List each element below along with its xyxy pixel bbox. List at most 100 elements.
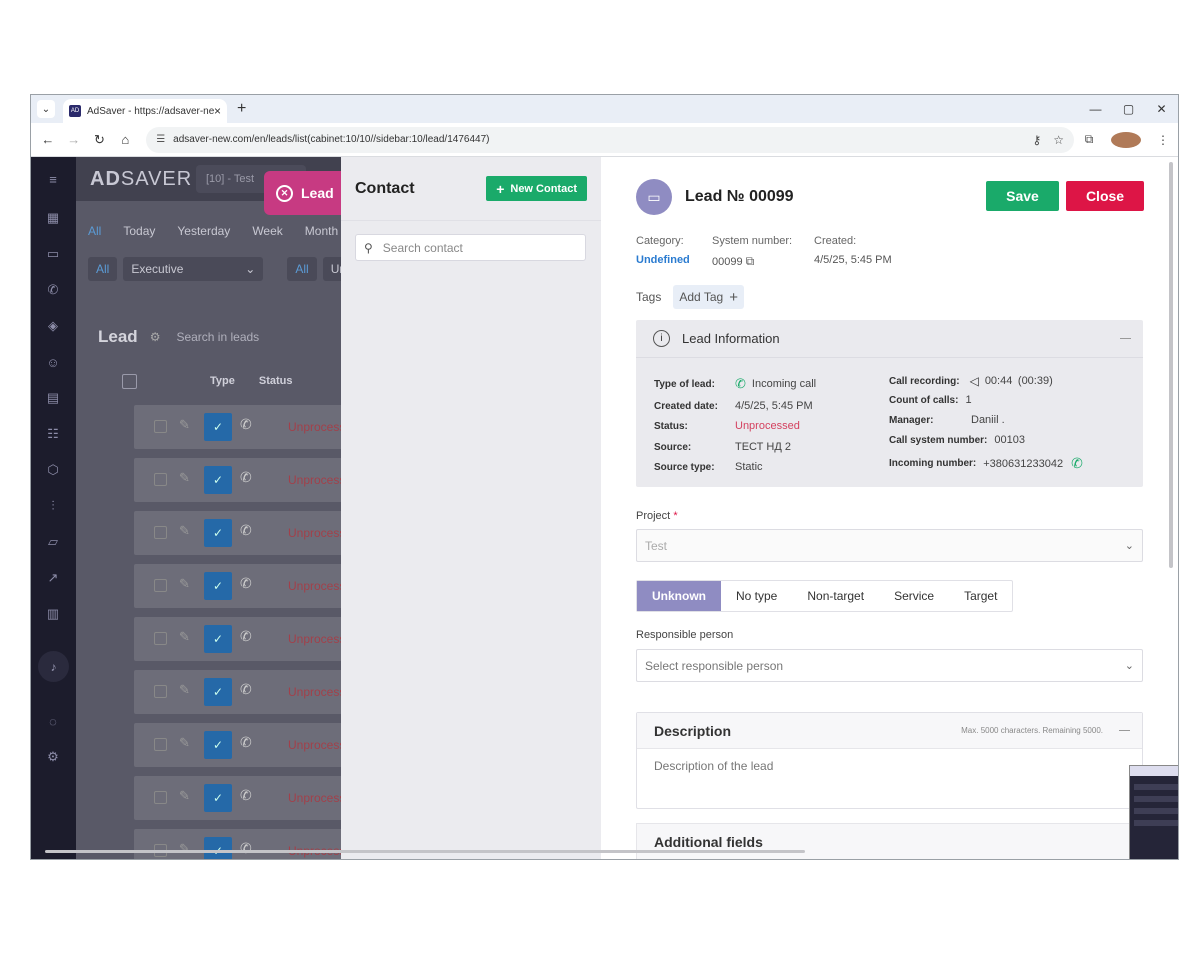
url-field[interactable]: ☰ adsaver-new.com/en/leads/list(cabinet:… xyxy=(146,126,1074,153)
count-of-calls: Count of calls: 1 xyxy=(889,394,972,406)
profile-avatar[interactable] xyxy=(1111,131,1141,148)
row-checkbox[interactable] xyxy=(154,420,167,433)
edit-pencil-icon[interactable]: ✎ xyxy=(179,523,190,539)
edit-pencil-icon[interactable]: ✎ xyxy=(179,682,190,698)
users-icon[interactable]: ☺ xyxy=(44,353,62,371)
copy-icon[interactable]: ⧉ xyxy=(746,254,755,268)
edit-pencil-icon[interactable]: ✎ xyxy=(179,841,190,857)
vertical-scrollbar[interactable] xyxy=(1169,162,1173,568)
filter-all[interactable]: All xyxy=(88,224,101,238)
close-button[interactable]: Close xyxy=(1066,181,1144,211)
filter-yesterday[interactable]: Yesterday xyxy=(177,224,230,238)
row-checkbox[interactable] xyxy=(154,791,167,804)
building-icon[interactable]: ▥ xyxy=(44,605,62,623)
description-textarea[interactable]: Description of the lead xyxy=(637,749,1142,783)
hamburger-menu-icon[interactable]: ≡ xyxy=(44,170,62,188)
process-check-icon[interactable]: ✓ xyxy=(204,678,232,706)
browser-tab[interactable]: AD AdSaver - https://adsaver-new... × xyxy=(63,99,227,123)
chat-icon[interactable]: ▭ xyxy=(44,245,62,263)
project-select[interactable]: Test ⌄ xyxy=(636,529,1143,562)
filter2-all-2[interactable]: All xyxy=(287,257,317,281)
list-icon[interactable]: ☷ xyxy=(44,425,62,443)
password-key-icon[interactable]: ⚷ xyxy=(1032,133,1041,147)
bookmark-star-icon[interactable]: ☆ xyxy=(1053,133,1064,147)
collapse-icon[interactable] xyxy=(1119,730,1130,731)
bell-icon[interactable]: ♪ xyxy=(38,651,69,682)
row-checkbox[interactable] xyxy=(154,632,167,645)
phone-call-icon: ✆ xyxy=(240,628,252,644)
add-tag-button[interactable]: Add Tag + xyxy=(673,285,744,309)
process-check-icon[interactable]: ✓ xyxy=(204,731,232,759)
row-checkbox[interactable] xyxy=(154,579,167,592)
edit-pencil-icon[interactable]: ✎ xyxy=(179,576,190,592)
edit-pencil-icon[interactable]: ✎ xyxy=(179,788,190,804)
horizontal-scrollbar[interactable] xyxy=(45,850,805,853)
process-check-icon[interactable]: ✓ xyxy=(204,413,232,441)
window-close-icon[interactable]: ✕ xyxy=(1145,95,1178,123)
tab-search-icon[interactable]: ⌄ xyxy=(37,100,55,118)
type-no-type[interactable]: No type xyxy=(721,581,792,611)
responsible-select[interactable]: Select responsible person ⌄ xyxy=(636,649,1143,682)
phone-call-icon: ✆ xyxy=(240,469,252,485)
reload-icon[interactable]: ↻ xyxy=(87,132,113,148)
site-info-icon[interactable]: ☰ xyxy=(156,134,165,145)
row-checkbox[interactable] xyxy=(154,738,167,751)
lead-info-header[interactable]: i Lead Information xyxy=(636,320,1143,358)
collapse-icon[interactable] xyxy=(1120,338,1131,339)
process-check-icon[interactable]: ✓ xyxy=(204,837,232,859)
sliders-icon[interactable]: ⫶ xyxy=(44,497,62,515)
category-link[interactable]: Undefined xyxy=(636,254,690,266)
new-tab-icon[interactable]: + xyxy=(237,100,246,118)
message-icon[interactable]: ◌ xyxy=(44,712,62,730)
row-checkbox[interactable] xyxy=(154,473,167,486)
speaker-icon[interactable]: ◁ xyxy=(970,374,979,388)
forward-icon[interactable]: → xyxy=(61,132,87,147)
folder-icon[interactable]: ▱ xyxy=(44,533,62,551)
trend-icon[interactable]: ↗ xyxy=(44,569,62,587)
filter-week[interactable]: Week xyxy=(252,224,282,238)
save-button[interactable]: Save xyxy=(986,181,1059,211)
lead-title: Lead № 00099 xyxy=(685,188,794,205)
edit-pencil-icon[interactable]: ✎ xyxy=(179,735,190,751)
type-unknown[interactable]: Unknown xyxy=(637,581,721,611)
contact-search-input[interactable]: ⚲ Search contact xyxy=(355,234,586,261)
process-check-icon[interactable]: ✓ xyxy=(204,466,232,494)
comments-icon[interactable]: ◈ xyxy=(44,317,62,335)
lead-details-panel: ▭ Lead № 00099 Save Close Category: Unde… xyxy=(601,157,1178,859)
edit-pencil-icon[interactable]: ✎ xyxy=(179,629,190,645)
settings-gear-icon[interactable]: ⚙ xyxy=(150,330,161,344)
new-contact-button[interactable]: + New Contact xyxy=(486,176,587,201)
select-all-checkbox[interactable] xyxy=(122,373,137,389)
back-icon[interactable]: ← xyxy=(35,132,61,147)
filter-today[interactable]: Today xyxy=(123,224,155,238)
leads-search-input[interactable]: Search in leads xyxy=(176,330,259,344)
process-check-icon[interactable]: ✓ xyxy=(204,572,232,600)
phone-icon[interactable]: ✆ xyxy=(44,281,62,299)
type-target[interactable]: Target xyxy=(949,581,1012,611)
additional-fields-section[interactable]: Additional fields xyxy=(636,823,1143,859)
filter2-all[interactable]: All xyxy=(88,257,118,281)
edit-pencil-icon[interactable]: ✎ xyxy=(179,470,190,486)
lead-tab-close[interactable]: ✕ Lead xyxy=(264,171,342,215)
role-select[interactable]: Executive ⌄ xyxy=(123,257,264,281)
home-icon[interactable]: ⌂ xyxy=(112,132,138,147)
dashboard-icon[interactable]: ▦ xyxy=(44,209,62,227)
document-icon[interactable]: ▤ xyxy=(44,389,62,407)
minimize-icon[interactable]: — xyxy=(1079,95,1112,123)
tab-close-icon[interactable]: × xyxy=(214,104,221,118)
process-check-icon[interactable]: ✓ xyxy=(204,784,232,812)
maximize-icon[interactable]: ▢ xyxy=(1112,95,1145,123)
row-checkbox[interactable] xyxy=(154,685,167,698)
process-check-icon[interactable]: ✓ xyxy=(204,625,232,653)
type-service[interactable]: Service xyxy=(879,581,949,611)
gear-icon[interactable]: ⚙ xyxy=(44,748,62,766)
edit-pencil-icon[interactable]: ✎ xyxy=(179,417,190,433)
row-checkbox[interactable] xyxy=(154,526,167,539)
cube-icon[interactable]: ⬡ xyxy=(44,461,62,479)
filter-month[interactable]: Month xyxy=(305,224,338,238)
extensions-icon[interactable]: ⧉ xyxy=(1074,132,1104,147)
phone-call-icon[interactable]: ✆ xyxy=(1071,455,1083,472)
process-check-icon[interactable]: ✓ xyxy=(204,519,232,547)
browser-menu-icon[interactable]: ⋮ xyxy=(1148,133,1178,147)
type-non-target[interactable]: Non-target xyxy=(792,581,879,611)
